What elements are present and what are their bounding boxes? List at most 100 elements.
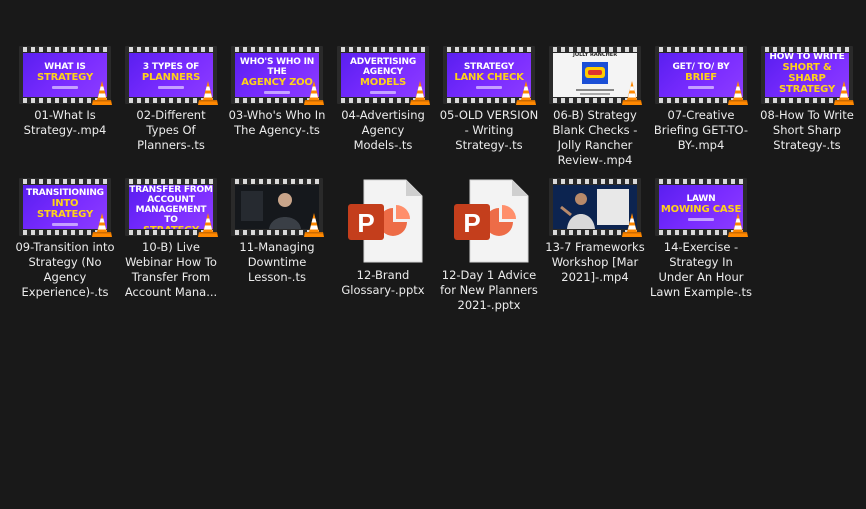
jolly-rancher-box-icon xyxy=(582,61,608,84)
file-name: 12-Day 1 Advice for New Planners 2021-.p… xyxy=(440,268,538,312)
file-item[interactable]: P 12-Brand Glossary-.pptx xyxy=(332,176,434,298)
video-thumbnail: GET/ TO/ BY BRIEF xyxy=(655,44,749,106)
video-thumbnail: HOW TO TRANSFER FROM ACCOUNT MANAGEMENT … xyxy=(125,176,219,238)
thumb-title-line2: AGENCY ZOO xyxy=(241,76,313,88)
powerpoint-thumbnail: P xyxy=(448,176,530,264)
video-thumbnail: ADVERTISING AGENCY MODELS xyxy=(337,44,431,106)
vlc-cone-icon xyxy=(833,80,855,106)
thumb-badge xyxy=(688,217,714,221)
file-item[interactable]: ADVERTISING AGENCY MODELS 04-Advertising A… xyxy=(332,44,434,153)
video-thumbnail: 3 TYPES OF PLANNERS xyxy=(125,44,219,106)
thumb-badge xyxy=(264,90,290,94)
file-name: 09-Transition into Strategy (No Agency E… xyxy=(15,240,115,299)
powerpoint-file-icon: P xyxy=(454,179,529,263)
file-item[interactable]: 13-7 Frameworks Workshop [Mar 2021]-.mp4 xyxy=(544,176,646,285)
thumb-badge xyxy=(52,85,78,89)
vlc-cone-icon xyxy=(410,81,430,105)
thumb-title-line2: STRATEGY xyxy=(143,225,199,229)
file-item[interactable]: WHAT IS STRATEGY 01-What Is Strategy-.mp4 xyxy=(14,44,116,138)
video-thumbnail: TRANSITIONING INTO STRATEGY xyxy=(19,176,113,238)
thumb-title-line1: WHO'S WHO IN THE xyxy=(239,56,315,77)
vlc-cone-icon xyxy=(728,213,748,237)
vlc-cone-icon xyxy=(198,81,218,105)
file-name: 10-B) Live Webinar How To Transfer From … xyxy=(124,240,218,299)
vlc-cone-icon xyxy=(91,212,113,238)
svg-text:P: P xyxy=(357,208,374,238)
thumb-title-line1: LAWN xyxy=(686,193,716,204)
file-item[interactable]: GET/ TO/ BY BRIEF 07-Creative Briefing GET… xyxy=(650,44,752,153)
vlc-cone-icon xyxy=(516,81,536,105)
vlc-cone-icon xyxy=(304,213,324,237)
file-name: 01-What Is Strategy-.mp4 xyxy=(23,108,107,137)
vlc-cone-icon xyxy=(409,80,431,106)
file-item[interactable]: 3 TYPES OF PLANNERS 02-Different Types Of … xyxy=(120,44,222,153)
thumb-title-line2: BRIEF xyxy=(685,71,717,83)
thumb-title-line2: STRATEGY xyxy=(37,71,93,83)
vlc-cone-icon xyxy=(728,81,748,105)
vlc-cone-icon xyxy=(727,212,749,238)
powerpoint-thumbnail: P xyxy=(342,176,424,264)
vlc-cone-icon xyxy=(622,81,642,105)
vlc-cone-icon xyxy=(304,81,324,105)
vlc-cone-icon xyxy=(303,80,325,106)
file-item[interactable]: TRANSITIONING INTO STRATEGY 09-Transition … xyxy=(14,176,116,300)
file-item[interactable]: HOW TO WRITE SHORT & SHARP STRATEGY 08-How… xyxy=(756,44,858,153)
vlc-cone-icon xyxy=(91,80,113,106)
file-name: 07-Creative Briefing GET-TO-BY-.mp4 xyxy=(653,108,749,152)
file-explorer-large-icons-view: WHAT IS STRATEGY 01-What Is Strategy-.mp4 3… xyxy=(0,0,866,509)
vlc-cone-icon xyxy=(621,80,643,106)
thumb-title-line1: TRANSITIONING xyxy=(26,188,104,198)
thumb-title-line1: ADVERTISING AGENCY xyxy=(349,56,417,77)
thumb-badge xyxy=(158,85,184,89)
vlc-cone-icon xyxy=(198,213,218,237)
thumb-badge xyxy=(476,85,502,89)
vlc-cone-icon xyxy=(197,212,219,238)
thumb-title-line1: STRATEGY xyxy=(463,61,515,72)
thumb-title-line2: MODELS xyxy=(360,76,406,88)
file-name: 11-Managing Downtime Lesson-.ts xyxy=(239,240,315,284)
powerpoint-file-icon: P xyxy=(348,179,423,263)
file-name: 04-Advertising Agency Models-.ts xyxy=(341,108,425,152)
video-thumbnail xyxy=(549,176,643,238)
svg-text:P: P xyxy=(463,208,480,238)
file-item[interactable]: WHO'S WHO IN THE AGENCY ZOO 03-Who's Who I… xyxy=(226,44,328,138)
file-name: 03-Who's Who In The Agency-.ts xyxy=(228,108,326,137)
thumb-badge xyxy=(52,223,78,226)
file-name: 06-B) Strategy Blank Checks - Jolly Ranc… xyxy=(552,108,638,167)
thumb-title-line2: LANK CHECK xyxy=(454,71,524,83)
video-thumbnail xyxy=(231,176,325,238)
file-item[interactable]: 11-Managing Downtime Lesson-.ts xyxy=(226,176,328,285)
file-item[interactable]: JOLLY RANCHER 06-B) Strategy Blank Checks… xyxy=(544,44,646,168)
thumb-title-line2: PLANNERS xyxy=(141,71,201,83)
vlc-cone-icon xyxy=(92,81,112,105)
file-item[interactable]: STRATEGY LANK CHECK 05-OLD VERSION - Writi… xyxy=(438,44,540,153)
vlc-cone-icon xyxy=(197,80,219,106)
file-name: 08-How To Write Short Sharp Strategy-.ts xyxy=(760,108,854,152)
video-thumbnail: LAWN MOWING CASE xyxy=(655,176,749,238)
video-thumbnail: HOW TO WRITE SHORT & SHARP STRATEGY xyxy=(761,44,855,106)
thumb-badge xyxy=(370,90,396,94)
file-item[interactable]: P 12-Day 1 Advice for New Planners 2021-.… xyxy=(438,176,540,313)
file-item[interactable]: HOW TO TRANSFER FROM ACCOUNT MANAGEMENT … xyxy=(120,176,222,300)
vlc-cone-icon xyxy=(515,80,537,106)
vlc-cone-icon xyxy=(621,212,643,238)
video-thumbnail: WHO'S WHO IN THE AGENCY ZOO xyxy=(231,44,325,106)
thumb-title-line1: HOW TO WRITE xyxy=(769,53,845,62)
vlc-cone-icon xyxy=(834,81,854,105)
file-name: 05-OLD VERSION - Writing Strategy-.ts xyxy=(439,108,539,152)
file-name: 13-7 Frameworks Workshop [Mar 2021]-.mp4 xyxy=(545,240,645,284)
thumb-title-line1: GET/ TO/ BY xyxy=(672,61,730,72)
file-item[interactable]: LAWN MOWING CASE 14-Exercise - Strategy In… xyxy=(650,176,752,300)
video-thumbnail: STRATEGY LANK CHECK xyxy=(443,44,537,106)
vlc-cone-icon xyxy=(622,213,642,237)
file-name: 14-Exercise - Strategy In Under An Hour … xyxy=(650,240,753,299)
vlc-cone-icon xyxy=(727,80,749,106)
vlc-cone-icon xyxy=(303,212,325,238)
vlc-cone-icon xyxy=(92,213,112,237)
file-name: 12-Brand Glossary-.pptx xyxy=(341,268,425,297)
video-thumbnail: WHAT IS STRATEGY xyxy=(19,44,113,106)
thumb-title-line1: 3 TYPES OF xyxy=(142,61,200,72)
thumb-title-line1: WHAT IS xyxy=(44,61,86,72)
thumb-title: JOLLY RANCHER xyxy=(572,53,618,58)
file-name: 02-Different Types Of Planners-.ts xyxy=(136,108,206,152)
